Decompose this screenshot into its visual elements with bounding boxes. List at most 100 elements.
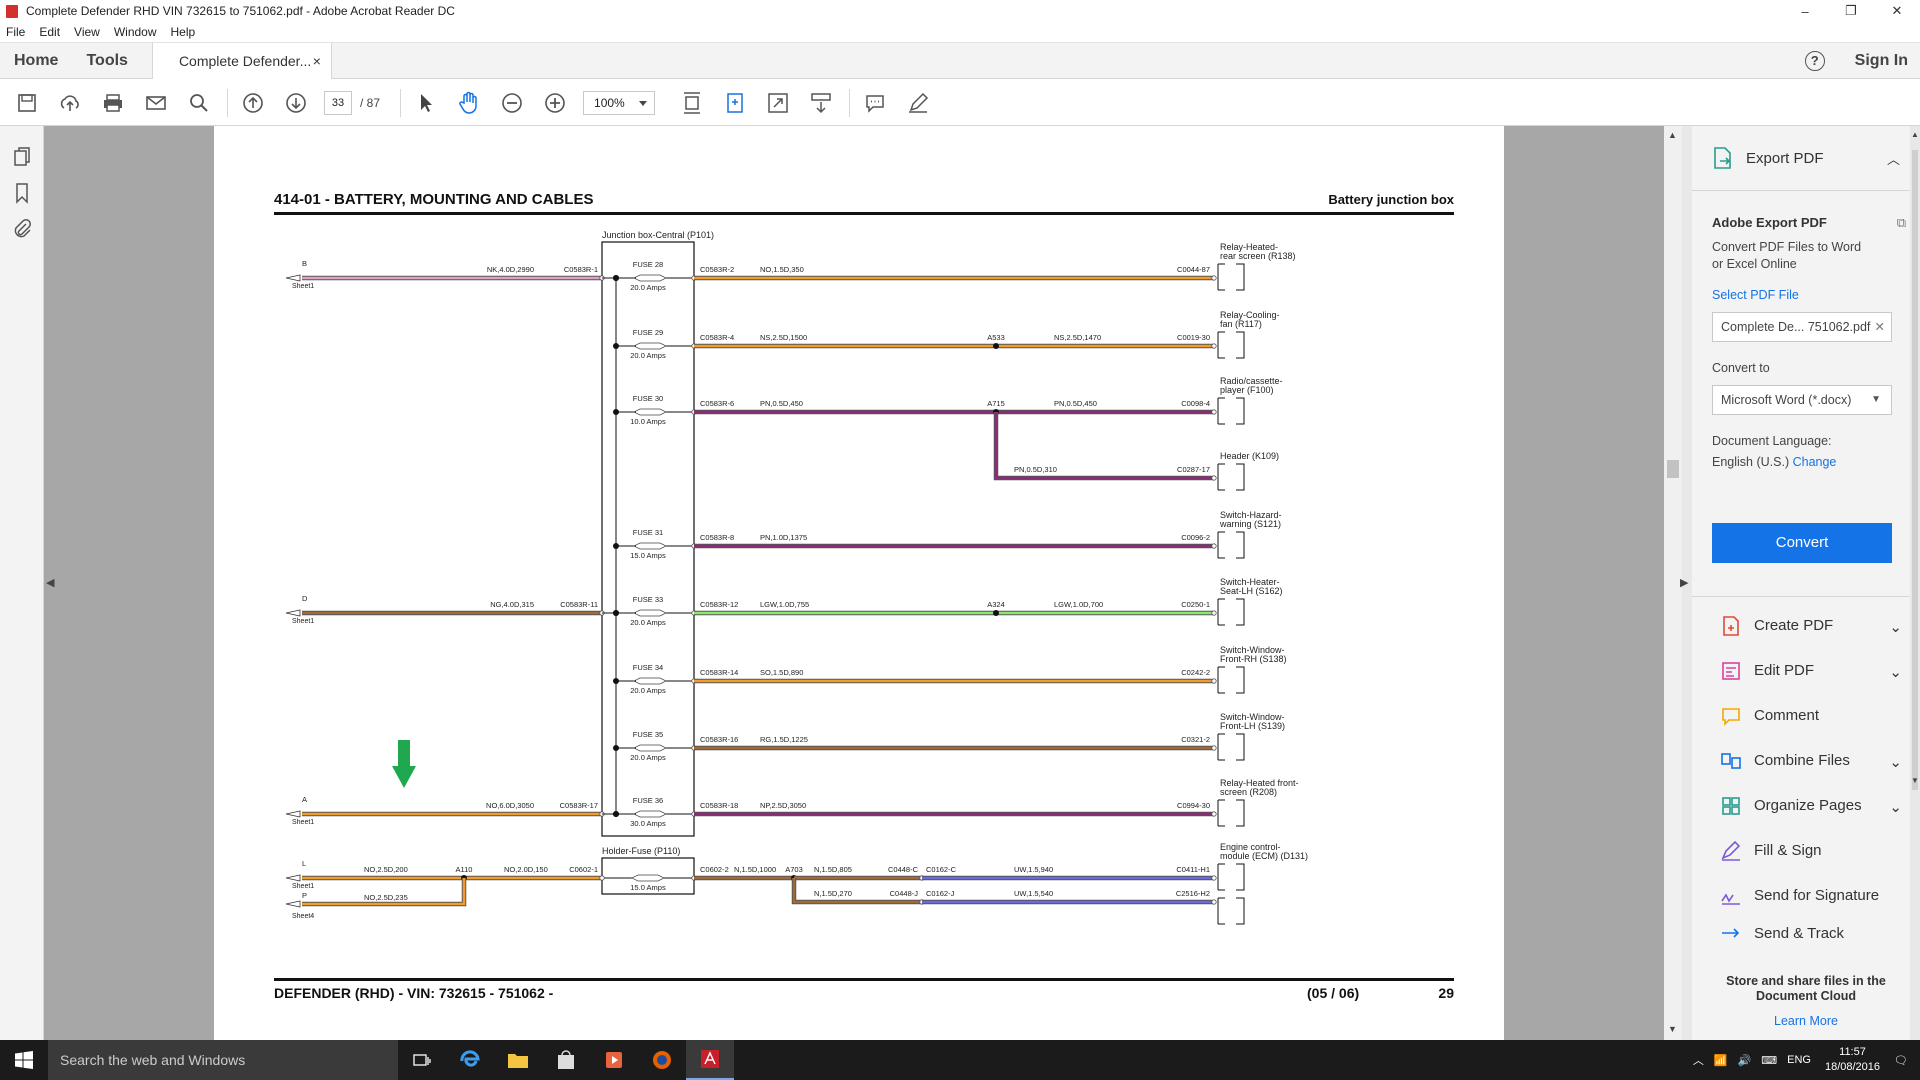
document-viewport[interactable]: ◀ 414-01 - BATTERY, MOUNTING AND CABLES … xyxy=(44,126,1664,1040)
fit-page-icon[interactable] xyxy=(677,88,707,118)
menu-view[interactable]: View xyxy=(74,25,100,39)
chevron-down-icon[interactable]: ⌄ xyxy=(1889,663,1902,681)
menu-help[interactable]: Help xyxy=(171,25,196,39)
format-select[interactable]: Microsoft Word (*.docx) ▼ xyxy=(1712,385,1892,415)
menu-edit[interactable]: Edit xyxy=(39,25,60,39)
zoom-select[interactable]: 100% xyxy=(583,90,656,115)
pane-scroll-up-icon[interactable]: ▲ xyxy=(1911,130,1919,139)
tool-label: Send & Track xyxy=(1754,924,1845,942)
clear-file-icon[interactable]: ✕ xyxy=(1875,313,1885,341)
fuse-label: FUSE 31 xyxy=(633,528,663,537)
previous-page-icon[interactable] xyxy=(238,88,268,118)
tool-combine-files[interactable]: Combine Files ⌄ xyxy=(1692,738,1920,783)
learn-more-link[interactable]: Learn More xyxy=(1692,1014,1920,1029)
acrobat-taskbar-icon[interactable] xyxy=(686,1040,734,1080)
convert-button[interactable]: Convert xyxy=(1712,523,1892,563)
wire-spec: NO,2.5D,200 xyxy=(364,865,408,874)
language-indicator[interactable]: ENG xyxy=(1787,1054,1811,1066)
next-page-icon[interactable] xyxy=(281,88,311,118)
toolbar-divider xyxy=(227,88,228,117)
store-icon[interactable] xyxy=(542,1040,590,1080)
copy-icon[interactable]: ⧉ xyxy=(1897,215,1906,231)
collapse-right-panel-icon[interactable]: ▶ xyxy=(1680,576,1688,589)
zoom-out-icon[interactable] xyxy=(497,88,527,118)
sheet-ref: Sheet1 xyxy=(292,819,314,826)
tool-comment[interactable]: Comment xyxy=(1692,693,1920,738)
tab-close-icon[interactable]: × xyxy=(313,53,321,69)
menu-window[interactable]: Window xyxy=(114,25,157,39)
change-language-link[interactable]: Change xyxy=(1793,455,1837,469)
fuse-label: FUSE 29 xyxy=(633,328,663,337)
close-button[interactable]: ✕ xyxy=(1874,3,1920,19)
media-player-icon[interactable] xyxy=(590,1040,638,1080)
highlight-pen-icon[interactable] xyxy=(903,88,933,118)
bookmark-icon[interactable] xyxy=(12,182,32,204)
firefox-icon[interactable] xyxy=(638,1040,686,1080)
selected-file-field[interactable]: Complete De... 751062.pdf ✕ xyxy=(1712,312,1892,342)
page-thumbnails-icon[interactable] xyxy=(12,146,32,168)
chevron-down-icon[interactable]: ⌄ xyxy=(1889,618,1902,636)
scrollbar-thumb[interactable] xyxy=(1667,460,1679,478)
wire-spec: N,1.5D,1000 xyxy=(734,865,776,874)
connector-id: C0583R-11 xyxy=(560,600,598,609)
task-view-icon[interactable] xyxy=(398,1040,446,1080)
rotate-icon[interactable] xyxy=(720,88,750,118)
chevron-down-icon[interactable]: ⌄ xyxy=(1889,753,1902,771)
help-icon[interactable]: ? xyxy=(1804,50,1825,71)
tool-fill-sign[interactable]: Fill & Sign xyxy=(1692,828,1920,873)
select-cursor-icon[interactable] xyxy=(411,88,441,118)
minimize-button[interactable]: – xyxy=(1782,4,1828,19)
scroll-down-icon[interactable]: ▼ xyxy=(1668,1024,1677,1034)
collapse-left-panel-icon[interactable]: ◀ xyxy=(46,576,54,589)
page-number-input[interactable]: 33 xyxy=(324,90,352,115)
sheet-arrow xyxy=(285,810,301,818)
tool-edit-pdf[interactable]: Edit PDF ⌄ xyxy=(1692,648,1920,693)
chevron-down-icon[interactable]: ⌄ xyxy=(1889,798,1902,816)
windows-start-icon[interactable] xyxy=(0,1040,48,1080)
keyboard-icon[interactable]: ⌨ xyxy=(1761,1054,1777,1067)
save-icon[interactable] xyxy=(12,88,42,118)
tool-create-pdf[interactable]: Create PDF ⌄ xyxy=(1692,603,1920,648)
chevron-up-icon[interactable]: ︿ xyxy=(1887,149,1900,168)
scroll-mode-icon[interactable] xyxy=(806,88,836,118)
search-icon[interactable] xyxy=(184,88,214,118)
menu-file[interactable]: File xyxy=(6,25,25,39)
comment-icon[interactable] xyxy=(860,88,890,118)
pane-scrollbar-thumb[interactable] xyxy=(1912,150,1918,790)
attachment-icon[interactable] xyxy=(12,218,32,240)
sign-in-link[interactable]: Sign In xyxy=(1855,52,1908,70)
pane-scroll-down-icon[interactable]: ▼ xyxy=(1911,776,1919,785)
system-tray: ︿ 📶 🔊 ⌨ ENG 11:57 18/08/2016 🗨 xyxy=(1693,1045,1920,1075)
maximize-button[interactable]: ❐ xyxy=(1828,3,1874,19)
export-pdf-header[interactable]: Export PDF ︿ xyxy=(1692,126,1920,190)
file-explorer-icon[interactable] xyxy=(494,1040,542,1080)
action-center-icon[interactable]: 🗨 xyxy=(1894,1054,1908,1067)
scroll-up-icon[interactable]: ▲ xyxy=(1668,130,1677,140)
fill-sign-icon xyxy=(1721,840,1741,861)
tool-send-track[interactable]: Send & Track xyxy=(1692,918,1920,948)
tools-list: Create PDF ⌄ Edit PDF ⌄ Comment Combine … xyxy=(1692,596,1920,948)
upload-cloud-icon[interactable] xyxy=(55,88,85,118)
tool-organize-pages[interactable]: Organize Pages ⌄ xyxy=(1692,783,1920,828)
print-icon[interactable] xyxy=(98,88,128,118)
hand-tool-icon[interactable] xyxy=(454,88,484,118)
zoom-in-icon[interactable] xyxy=(540,88,570,118)
bus-node xyxy=(613,543,619,549)
select-pdf-file-link[interactable]: Select PDF File xyxy=(1692,287,1920,304)
tab-home[interactable]: Home xyxy=(0,52,72,70)
tray-expand-icon[interactable]: ︿ xyxy=(1693,1052,1704,1068)
network-icon[interactable]: 📶 xyxy=(1714,1054,1728,1067)
volume-icon[interactable]: 🔊 xyxy=(1738,1054,1752,1067)
email-icon[interactable] xyxy=(141,88,171,118)
edge-browser-icon[interactable] xyxy=(446,1040,494,1080)
tab-tools[interactable]: Tools xyxy=(72,52,141,70)
export-description: Convert PDF Files to Word or Excel Onlin… xyxy=(1692,239,1920,273)
fuse-rating: 10.0 Amps xyxy=(630,417,666,426)
full-screen-icon[interactable] xyxy=(763,88,793,118)
tool-send-for-signature[interactable]: Send for Signature xyxy=(1692,873,1920,918)
bus-node xyxy=(613,343,619,349)
fuse-rating: 15.0 Amps xyxy=(630,551,666,560)
clock[interactable]: 11:57 18/08/2016 xyxy=(1825,1045,1880,1075)
tab-document[interactable]: Complete Defender... × xyxy=(151,42,332,79)
taskbar-search-box[interactable]: Search the web and Windows xyxy=(48,1040,398,1080)
